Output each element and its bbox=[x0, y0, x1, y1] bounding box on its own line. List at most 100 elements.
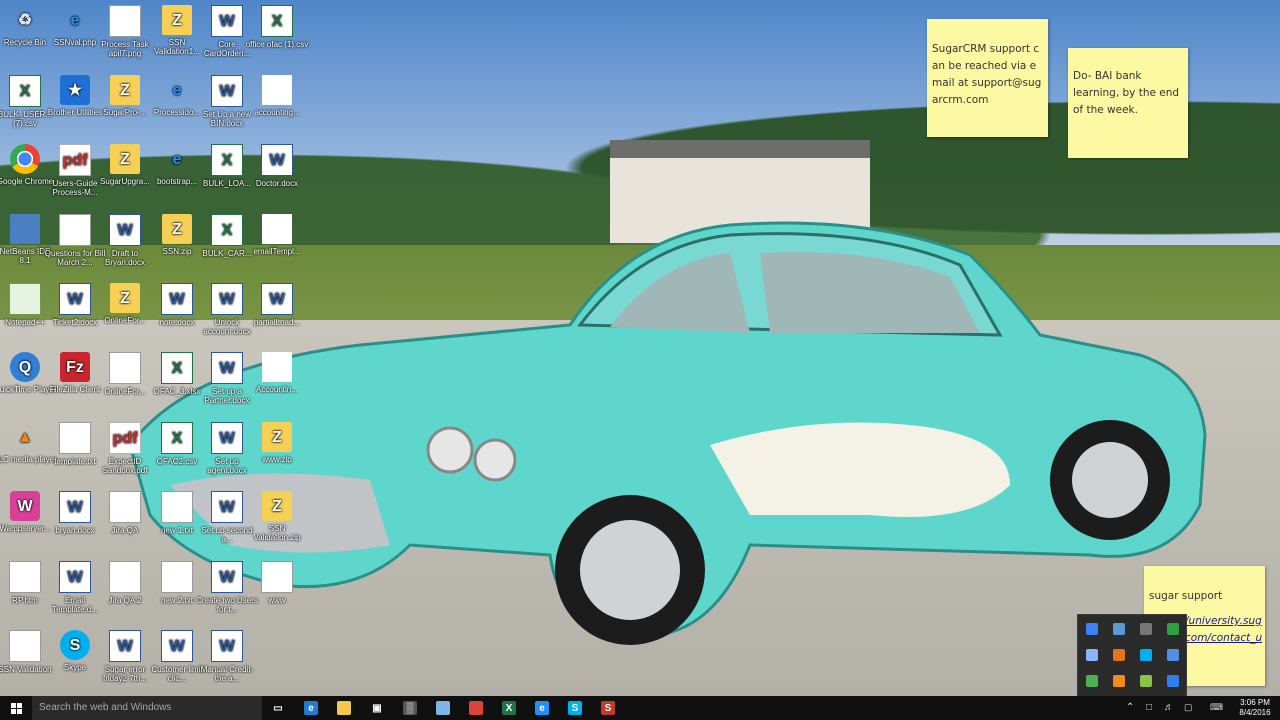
desktop-icon[interactable]: WpartialLoad... bbox=[245, 283, 309, 353]
volume-icon[interactable]: ♬ bbox=[1164, 702, 1174, 713]
desktop-icon[interactable]: Zwww.zip bbox=[245, 422, 309, 492]
calculator-icon[interactable]: ▒ bbox=[394, 696, 426, 720]
photos-glyph bbox=[436, 701, 450, 715]
store-glyph: ▣ bbox=[370, 701, 384, 715]
word-doc-icon: W bbox=[211, 561, 243, 593]
clock-time: 3:06 PM bbox=[1240, 698, 1270, 707]
word-doc-icon: W bbox=[211, 630, 243, 662]
pdf-file-icon: pdf bbox=[109, 422, 141, 454]
tray-gear-icon[interactable] bbox=[1086, 675, 1098, 687]
vlc-icon: ▲ bbox=[17, 428, 33, 446]
netbeans-icon bbox=[10, 214, 40, 244]
image-file-icon bbox=[109, 491, 141, 523]
folder-z-icon: Z bbox=[110, 283, 140, 313]
excel-file-icon: X bbox=[211, 214, 243, 246]
desktop-icon[interactable]: Xoffice ofac (1).csv bbox=[245, 5, 309, 75]
tray-arrow-icon[interactable] bbox=[1167, 675, 1179, 687]
chrome-taskbar-glyph bbox=[469, 701, 483, 715]
excel-taskbar-glyph: X bbox=[502, 701, 516, 715]
word-doc-icon: W bbox=[161, 630, 193, 662]
show-hidden-icons-chevron-icon[interactable]: ⌃ bbox=[1126, 702, 1134, 713]
word-doc-icon: W bbox=[211, 422, 243, 454]
desktop-icon[interactable]: Z SSN Validation.zip bbox=[245, 491, 309, 561]
word-doc-icon: W bbox=[261, 144, 293, 176]
sticky-note-support-email[interactable]: SugarCRM support can be reached via emai… bbox=[927, 19, 1048, 137]
windows-logo-icon bbox=[10, 702, 22, 714]
task-view-icon[interactable]: ▭ bbox=[262, 696, 294, 720]
desktop-icon[interactable]: www bbox=[245, 561, 309, 631]
sticky-note-title: sugar support bbox=[1149, 590, 1223, 602]
ie-taskbar-icon[interactable]: e bbox=[526, 696, 558, 720]
action-center-icon[interactable]: ▢ bbox=[1184, 702, 1193, 713]
tray-blue2-icon[interactable] bbox=[1167, 649, 1179, 661]
desktop-icon-label: Doctor.docx bbox=[255, 179, 299, 188]
edge-icon[interactable]: e bbox=[295, 696, 327, 720]
desktop-icon[interactable]: accounting... bbox=[245, 75, 309, 145]
sugar-taskbar-glyph: S bbox=[601, 701, 615, 715]
photos-icon[interactable] bbox=[427, 696, 459, 720]
desktop-icon[interactable]: emailTempl... bbox=[245, 214, 309, 284]
tray-window-icon[interactable] bbox=[1086, 649, 1098, 661]
desktop-icon-label: office ofac (1).csv bbox=[245, 40, 309, 49]
system-clock[interactable]: 3:06 PM 8/4/2016 bbox=[1232, 698, 1278, 718]
tray-app-blue-icon[interactable] bbox=[1086, 623, 1098, 635]
desktop-icon[interactable]: W Doctor.docx bbox=[245, 144, 309, 214]
skype-taskbar-glyph: S bbox=[568, 701, 582, 715]
tray-orange2-icon[interactable] bbox=[1113, 675, 1125, 687]
file-explorer-glyph bbox=[337, 701, 351, 715]
folder-z-icon: Z bbox=[110, 144, 140, 174]
folder-z-icon: Z bbox=[162, 214, 192, 244]
word-doc-icon: W bbox=[211, 75, 243, 107]
chrome-taskbar-icon[interactable] bbox=[460, 696, 492, 720]
desktop-icon-label: www bbox=[268, 596, 286, 605]
brother-utilities-icon: ★ bbox=[60, 75, 90, 105]
word-doc-icon: W bbox=[59, 561, 91, 593]
folder-z-icon: Z bbox=[110, 75, 140, 105]
edge-glyph: e bbox=[304, 701, 318, 715]
taskbar-search-box[interactable]: Search the web and Windows bbox=[32, 696, 262, 720]
clock-date: 8/4/2016 bbox=[1239, 708, 1271, 717]
blank-file-icon bbox=[262, 214, 292, 244]
word-doc-icon: W bbox=[109, 630, 141, 662]
tray-green-icon[interactable] bbox=[1167, 623, 1179, 635]
sticky-note-text: Do- BAI bank learning, by the end of the… bbox=[1073, 70, 1180, 116]
pdf-file-icon: pdf bbox=[59, 144, 91, 176]
sticky-note-todo[interactable]: Do- BAI bank learning, by the end of the… bbox=[1068, 48, 1188, 158]
word-doc-icon: W bbox=[261, 283, 293, 315]
desktop-icon[interactable]: Accountin... bbox=[245, 352, 309, 422]
tray-skype-icon[interactable] bbox=[1140, 649, 1152, 661]
file-explorer-icon[interactable] bbox=[328, 696, 360, 720]
skype-taskbar-icon[interactable]: S bbox=[559, 696, 591, 720]
notepad-plus-icon bbox=[9, 283, 41, 315]
text-file-icon bbox=[161, 561, 193, 593]
internet-explorer-icon: e bbox=[70, 11, 80, 29]
desktop-icon-label: www.zip bbox=[262, 455, 292, 464]
tray-orange-icon[interactable] bbox=[1113, 649, 1125, 661]
sticky-note-text: SugarCRM support can be reached via emai… bbox=[932, 43, 1042, 106]
store-icon[interactable]: ▣ bbox=[361, 696, 393, 720]
sugar-taskbar-icon[interactable]: S bbox=[592, 696, 624, 720]
tray-sync-icon[interactable] bbox=[1113, 623, 1125, 635]
network-icon[interactable]: □ bbox=[1146, 702, 1152, 713]
html-file-icon bbox=[9, 561, 41, 593]
tray-cloud-icon[interactable] bbox=[1140, 623, 1152, 635]
desktop-icon[interactable]: W Manual Credit- the a... bbox=[195, 630, 259, 700]
keyboard-icon[interactable]: ⌨ bbox=[1210, 702, 1223, 713]
folder-z-icon: Z bbox=[262, 491, 292, 521]
calculator-glyph: ▒ bbox=[403, 701, 417, 715]
image-file-icon bbox=[261, 561, 293, 593]
start-button[interactable] bbox=[0, 696, 32, 720]
text-file-icon bbox=[161, 491, 193, 523]
image-file-icon bbox=[109, 561, 141, 593]
ie-taskbar-glyph: e bbox=[535, 701, 549, 715]
word-doc-icon: W bbox=[59, 491, 91, 523]
blank-file-icon bbox=[262, 352, 292, 382]
excel-file-icon: X bbox=[161, 422, 193, 454]
tray-lime-icon[interactable] bbox=[1140, 675, 1152, 687]
internet-explorer-icon: e bbox=[172, 81, 182, 99]
excel-taskbar-icon[interactable]: X bbox=[493, 696, 525, 720]
filezilla-icon: Fz bbox=[60, 352, 90, 382]
word-doc-icon: W bbox=[211, 352, 243, 384]
desktop-icon-label: partialLoad... bbox=[253, 318, 301, 327]
sticky-note-link[interactable]: /university.sug com/contact_u bbox=[1185, 615, 1262, 644]
